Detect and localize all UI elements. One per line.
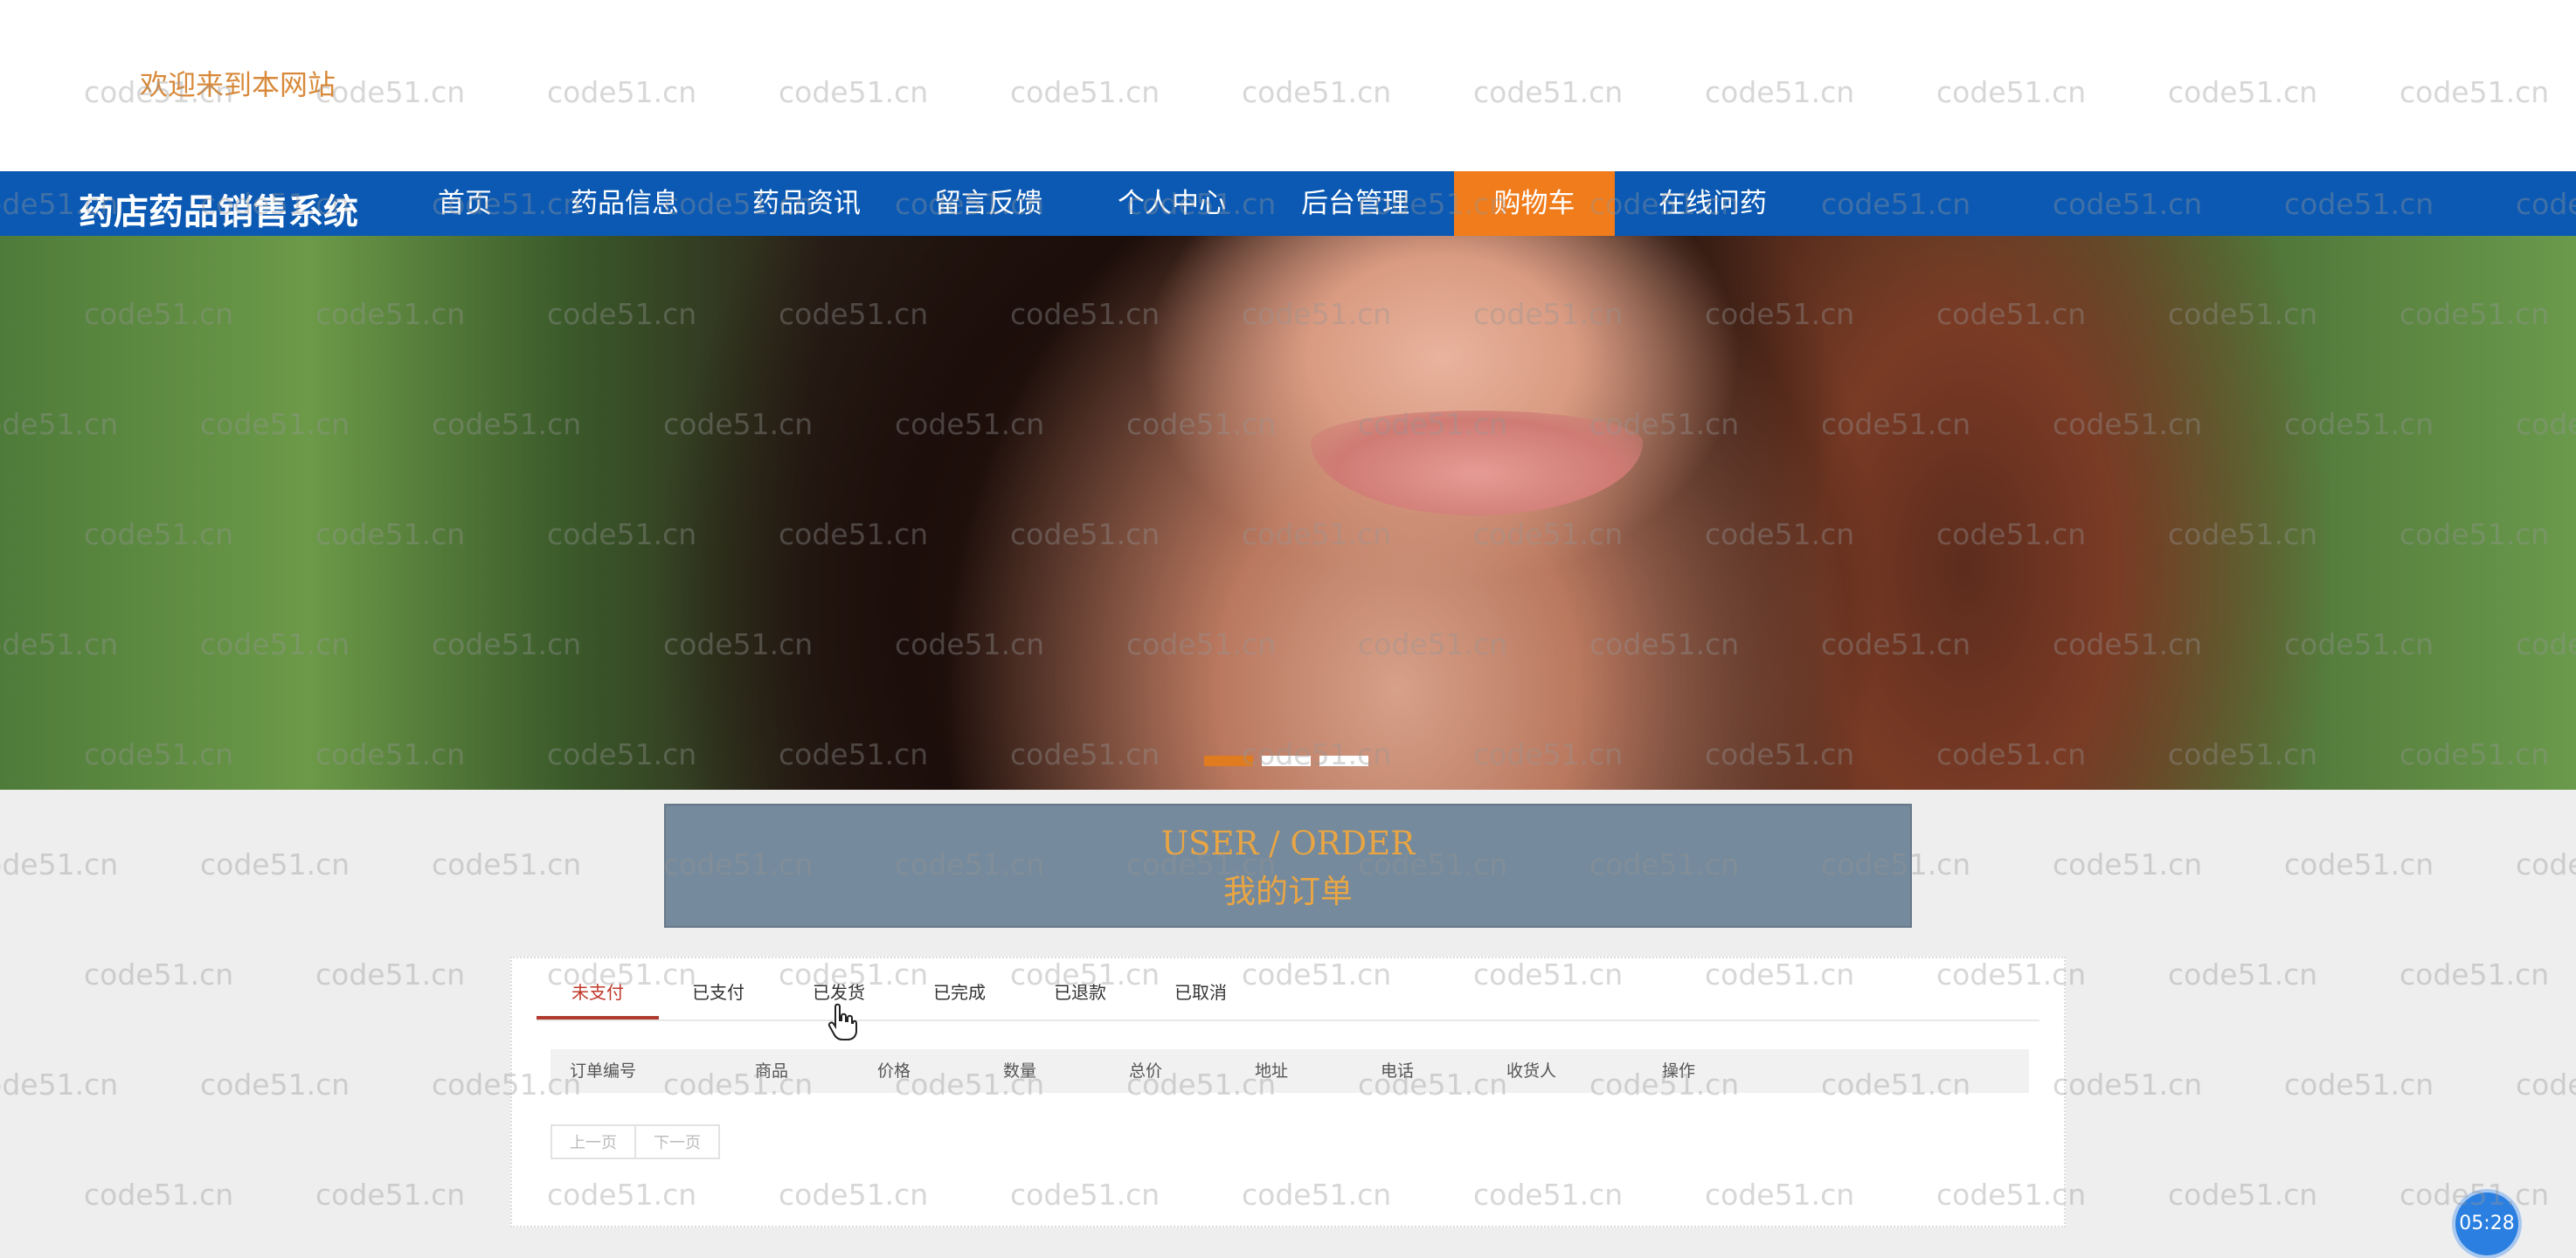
order-title-en: USER / ORDER — [1160, 825, 1416, 862]
tab-refunded[interactable]: 已退款 — [1019, 974, 1141, 1020]
col-order-number: 订单编号 — [570, 1061, 637, 1081]
col-product: 商品 — [755, 1061, 789, 1081]
watermark-text: code51.cn — [432, 847, 582, 881]
watermark-text: code51.cn — [2168, 957, 2318, 992]
watermark-text: code51.cn — [315, 1178, 466, 1212]
col-receiver: 收货人 — [1506, 1061, 1557, 1081]
nav-item-admin[interactable]: 后台管理 — [1290, 171, 1421, 236]
order-status-tabs: 未支付 已支付 已发货 已完成 已退款 已取消 — [537, 974, 2039, 1021]
col-phone: 电话 — [1381, 1061, 1415, 1081]
nav-item-medicine-news[interactable]: 药品资讯 — [741, 171, 872, 236]
col-actions: 操作 — [1662, 1061, 1696, 1081]
site-brand[interactable]: 药店药品销售系统 — [79, 183, 358, 234]
nav-item-home[interactable]: 首页 — [423, 171, 507, 236]
carousel-dot-1[interactable] — [1204, 756, 1253, 766]
watermark-text: code51.cn — [0, 847, 119, 881]
watermark-text: code51.cn — [200, 847, 350, 881]
nav-item-online-consult[interactable]: 在线问药 — [1643, 171, 1783, 236]
watermark-text: code51.cn — [2284, 847, 2434, 881]
col-address: 地址 — [1255, 1061, 1289, 1081]
watermark-text: code51.cn — [2284, 1068, 2434, 1102]
next-page-button[interactable]: 下一页 — [634, 1124, 720, 1159]
welcome-text: 欢迎来到本网站 — [140, 68, 336, 101]
main-nav: 药店药品销售系统 首页 药品信息 药品资讯 留言反馈 个人中心 后台管理 购物车… — [0, 171, 2576, 236]
hero-banner — [0, 236, 2576, 790]
nav-item-medicine-info[interactable]: 药品信息 — [559, 171, 690, 236]
prev-page-button[interactable]: 上一页 — [551, 1124, 636, 1159]
tab-completed[interactable]: 已完成 — [898, 974, 1021, 1020]
timer-badge[interactable]: 05:28 — [2455, 1192, 2518, 1255]
order-table-header: 订单编号 商品 价格 数量 总价 地址 电话 收货人 操作 — [551, 1049, 2029, 1093]
watermark-text: code51.cn — [200, 1068, 350, 1102]
carousel-dot-3[interactable] — [1319, 756, 1368, 766]
pagination: 上一页 下一页 — [551, 1124, 720, 1159]
banner-photo-detail — [1311, 411, 1643, 515]
tab-paid[interactable]: 已支付 — [657, 974, 779, 1020]
watermark-text: code51.cn — [84, 1178, 234, 1212]
order-title-cn: 我的订单 — [1223, 873, 1353, 910]
col-total: 总价 — [1129, 1061, 1163, 1081]
watermark-text: code51.cn — [84, 957, 234, 992]
carousel-dot-2[interactable] — [1262, 756, 1311, 766]
order-panel: 未支付 已支付 已发货 已完成 已退款 已取消 订单编号 商品 价格 数量 总价… — [510, 957, 2066, 1227]
watermark-text: code51.cn — [315, 957, 466, 992]
tab-unpaid[interactable]: 未支付 — [537, 974, 659, 1020]
nav-item-cart[interactable]: 购物车 — [1454, 171, 1615, 236]
carousel-indicators — [1204, 753, 1377, 770]
watermark-text: code51.cn — [2053, 1068, 2203, 1102]
watermark-text: code51.cn — [2168, 1178, 2318, 1212]
hand-cursor-icon — [828, 1003, 857, 1040]
watermark-text: code51.cn — [2516, 847, 2576, 881]
watermark-text: code51.cn — [2399, 957, 2550, 992]
watermark-text: code51.cn — [2053, 847, 2203, 881]
col-price: 价格 — [877, 1061, 911, 1081]
top-welcome-bar: 欢迎来到本网站 — [0, 0, 2576, 171]
nav-item-profile[interactable]: 个人中心 — [1106, 171, 1237, 236]
col-quantity: 数量 — [1003, 1061, 1037, 1081]
watermark-text: code51.cn — [2516, 1068, 2576, 1102]
nav-item-feedback[interactable]: 留言反馈 — [923, 171, 1054, 236]
order-section-header: USER / ORDER 我的订单 — [664, 804, 1912, 928]
tab-cancelled[interactable]: 已取消 — [1139, 974, 1262, 1020]
watermark-text: code51.cn — [0, 1068, 119, 1102]
